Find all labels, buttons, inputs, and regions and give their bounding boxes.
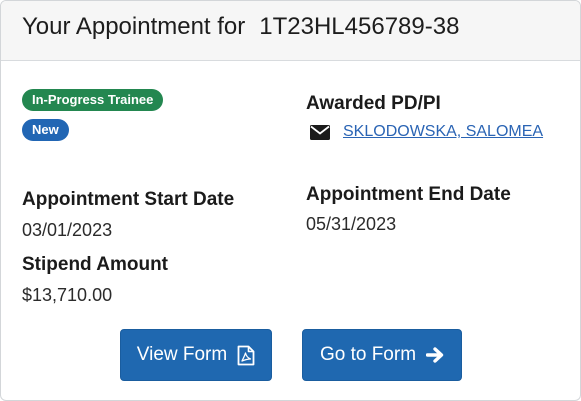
envelope-icon[interactable] [310, 124, 330, 140]
card-header: Your Appointment for 1T23HL456789-38 [1, 1, 580, 61]
start-date-value: 03/01/2023 [22, 220, 113, 240]
go-to-form-button[interactable]: Go to Form [302, 329, 462, 381]
end-date-value: 05/31/2023 [306, 214, 397, 234]
appointment-card: Your Appointment for 1T23HL456789-38 In-P… [0, 0, 581, 401]
pdf-file-icon [237, 345, 255, 366]
arrow-right-icon [426, 347, 444, 363]
card-title: Your Appointment for [22, 13, 246, 40]
awarded-pi-link[interactable]: SKLODOWSKA, SALOMEA [343, 123, 543, 141]
status-badge: In-Progress Trainee [22, 89, 164, 111]
stipend-value: $13,710.00 [22, 285, 113, 305]
awarded-pi-label: Awarded PD/PI [306, 93, 441, 114]
awarded-pi-row: SKLODOWSKA, SALOMEA [310, 123, 543, 141]
view-form-button[interactable]: View Form [120, 329, 272, 381]
go-to-form-label: Go to Form [319, 344, 417, 365]
view-form-label: View Form [136, 344, 228, 365]
stipend-label: Stipend Amount [22, 254, 168, 275]
grant-number: 1T23HL456789-38 [259, 13, 460, 40]
start-date-label: Appointment Start Date [22, 189, 235, 210]
new-badge: New [22, 119, 69, 141]
end-date-label: Appointment End Date [306, 184, 511, 205]
